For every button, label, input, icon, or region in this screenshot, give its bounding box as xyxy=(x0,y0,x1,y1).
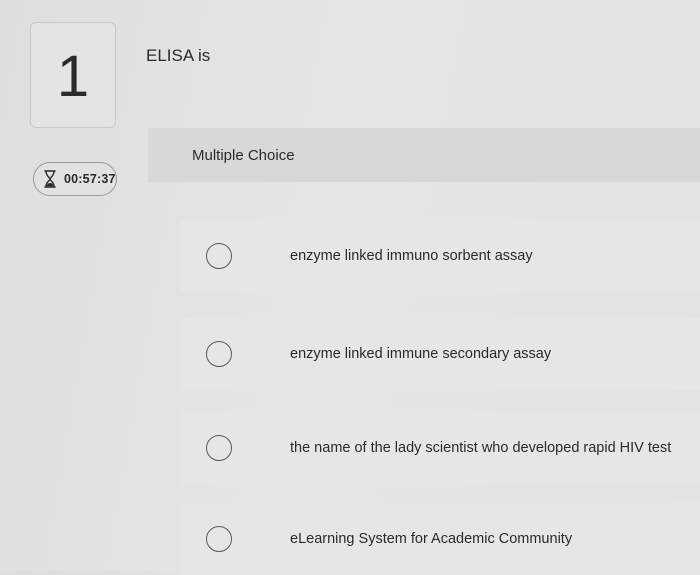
answer-option[interactable]: eLearning System for Academic Community xyxy=(180,503,700,575)
question-number: 1 xyxy=(56,44,90,109)
question-type-header: Multiple Choice xyxy=(148,128,700,182)
question-number-card: 1 xyxy=(30,22,116,128)
answer-option-label: eLearning System for Academic Community xyxy=(290,531,573,547)
radio-button[interactable] xyxy=(206,341,232,367)
answer-option[interactable]: the name of the lady scientist who devel… xyxy=(180,412,700,484)
answer-option[interactable]: enzyme linked immune secondary assay xyxy=(180,318,700,390)
answer-option[interactable]: enzyme linked immuno sorbent assay xyxy=(180,220,700,292)
answer-option-label: the name of the lady scientist who devel… xyxy=(290,440,672,456)
timer-pill[interactable]: 00:57:37 xyxy=(33,162,117,196)
radio-button[interactable] xyxy=(206,435,232,461)
question-text: ELISA is xyxy=(146,46,211,65)
timer-text: 00:57:37 xyxy=(64,172,116,186)
hourglass-icon xyxy=(42,170,58,188)
radio-button[interactable] xyxy=(206,243,232,269)
answer-option-label: enzyme linked immune secondary assay xyxy=(290,346,552,362)
question-type-label: Multiple Choice xyxy=(192,146,295,164)
radio-button[interactable] xyxy=(206,526,232,552)
answer-option-label: enzyme linked immuno sorbent assay xyxy=(290,248,533,264)
